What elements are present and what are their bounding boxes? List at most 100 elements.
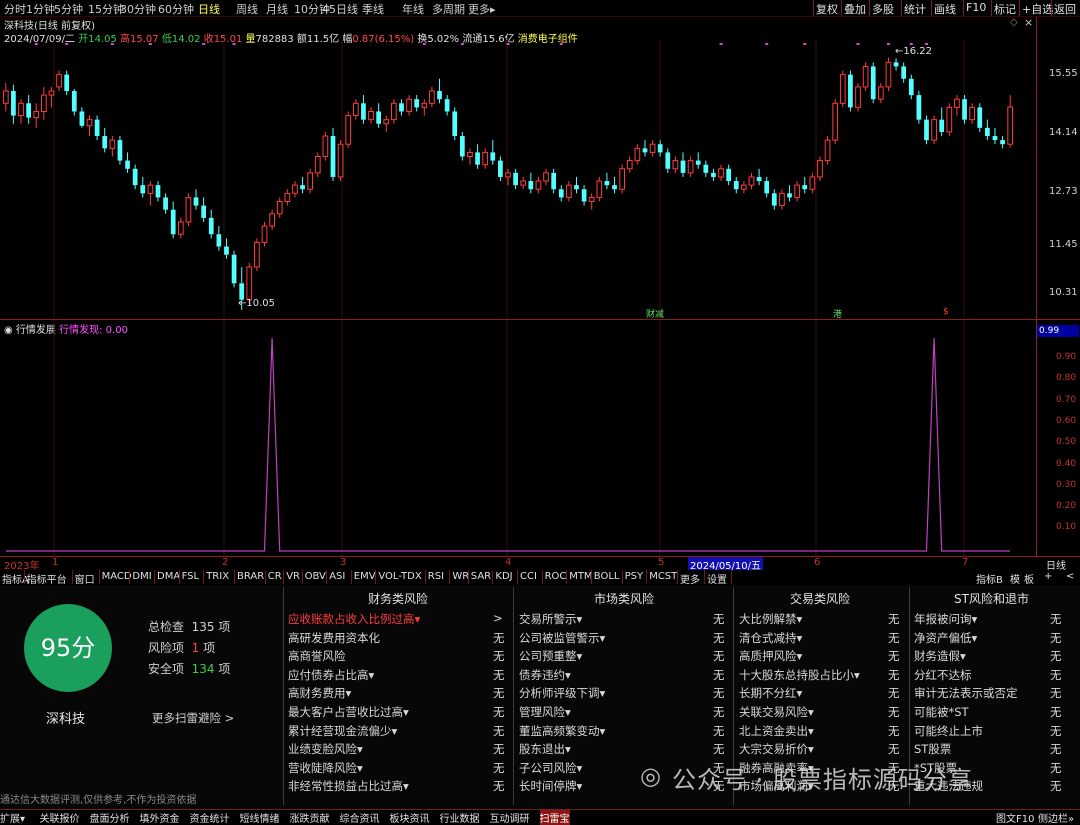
bottom-tab[interactable]: 扫雷宝 (539, 810, 570, 825)
risk-item[interactable]: 应收账款占收入比例过高▾ (288, 611, 420, 627)
risk-item[interactable]: 大比例解禁▾ (739, 611, 802, 627)
risk-item[interactable]: 大宗交易折价▾ (739, 741, 814, 757)
risk-item[interactable]: 管理风险▾ (519, 704, 571, 720)
period-tab[interactable]: 30分钟 (120, 1, 156, 17)
bottom-tab[interactable]: 行业数据 (440, 810, 480, 825)
risk-item[interactable]: 公司被监管警示▾ (519, 630, 605, 646)
event-marker-dollar[interactable]: $ (943, 307, 949, 317)
toolbar-button[interactable]: +自选 (1022, 1, 1053, 17)
indicator-tab[interactable]: 设置 (707, 571, 727, 586)
indicator-tab[interactable]: MCST (649, 571, 677, 582)
risk-item[interactable]: 高质押风险▾ (739, 648, 802, 664)
risk-item[interactable]: 公司预重整▾ (519, 648, 582, 664)
risk-item[interactable]: 审计无法表示或否定 (914, 685, 1018, 701)
toolbar-button[interactable]: 返回 (1054, 1, 1076, 17)
indicator-chart[interactable] (0, 320, 1036, 556)
risk-item[interactable]: 关联交易风险▾ (739, 704, 814, 720)
bottom-right-button[interactable]: 图文F10 (996, 810, 1034, 825)
risk-item[interactable]: 财务造假▾ (914, 648, 966, 664)
indicator-tab[interactable]: 指标平台 (27, 571, 67, 586)
indicator-tab[interactable]: VR (286, 571, 300, 582)
indicator-tab[interactable]: TRIX (206, 571, 229, 582)
indicator-tab[interactable]: DMI (132, 571, 151, 582)
risk-item[interactable]: 长期不分红▾ (739, 685, 802, 701)
risk-item[interactable]: 债券违约▾ (519, 667, 571, 683)
risk-item[interactable]: 十大股东总持股占比小▾ (739, 667, 860, 683)
toolbar-button[interactable]: 叠加 (844, 1, 866, 17)
risk-item[interactable]: 净资产偏低▾ (914, 630, 977, 646)
bottom-tab[interactable]: 填外资金 (140, 810, 180, 825)
indicator-tab[interactable]: DMA (157, 571, 180, 582)
tab-control[interactable]: 指标B (976, 571, 1003, 586)
risk-item[interactable]: 子公司风险▾ (519, 760, 582, 776)
risk-item[interactable]: 营收陡降风险▾ (288, 760, 363, 776)
period-tab[interactable]: 年线 (402, 1, 424, 17)
bottom-tab[interactable]: 关联报价 (40, 810, 80, 825)
close-icon[interactable]: × (1024, 16, 1033, 29)
indicator-tab[interactable]: BRAR (237, 571, 264, 582)
bottom-tab[interactable]: 短线情绪 (240, 810, 280, 825)
risk-item[interactable]: 董监高频繁变动▾ (519, 723, 605, 739)
indicator-tab[interactable]: VOL-TDX (378, 571, 421, 582)
indicator-tab[interactable]: SAR (471, 571, 491, 582)
risk-item[interactable]: 高财务费用▾ (288, 685, 351, 701)
bottom-tab[interactable]: 盘面分析 (90, 810, 130, 825)
toolbar-button[interactable]: 标记 (994, 1, 1016, 17)
indicator-tab[interactable]: 窗口 (75, 571, 95, 586)
risk-item[interactable]: 可能终止上市 (914, 723, 983, 739)
indicator-tab[interactable]: CR (268, 571, 282, 582)
indicator-tab[interactable]: FSL (182, 571, 200, 582)
risk-item[interactable]: 累计经营现金流偏少▾ (288, 723, 397, 739)
bottom-tab[interactable]: 扩展▾ (0, 810, 25, 825)
risk-item[interactable]: 股东退出▾ (519, 741, 571, 757)
risk-item[interactable]: 可能被*ST (914, 704, 969, 720)
more-scan-link[interactable]: 更多扫雷避险 > (152, 710, 234, 726)
toolbar-button[interactable]: 复权 (816, 1, 838, 17)
risk-item[interactable]: 最大客户占营收比过高▾ (288, 704, 409, 720)
indicator-tab[interactable]: ASI (329, 571, 345, 582)
tab-control[interactable]: 板 (1024, 571, 1034, 586)
indicator-tab[interactable]: 更多 (680, 571, 700, 586)
period-tab[interactable]: 月线 (266, 1, 288, 17)
toolbar-button[interactable]: F10 (966, 1, 986, 14)
bottom-right-button[interactable]: 侧边栏» (1038, 810, 1074, 825)
risk-item[interactable]: ST股票 (914, 741, 951, 757)
risk-item[interactable]: 清仓式减持▾ (739, 630, 802, 646)
risk-item[interactable]: 业绩变脸风险▾ (288, 741, 363, 757)
indicator-tab[interactable]: PSY (625, 571, 644, 582)
period-tab[interactable]: 5分钟 (54, 1, 83, 17)
toolbar-button[interactable]: 画线 (934, 1, 956, 17)
period-tab[interactable]: 周线 (236, 1, 258, 17)
period-tab[interactable]: 更多▸ (468, 1, 496, 17)
risk-item[interactable]: 非经常性损益占比过高▾ (288, 778, 409, 794)
bottom-tab[interactable]: 涨跌贡献 (290, 810, 330, 825)
indicator-tab[interactable]: CCI (520, 571, 537, 582)
risk-item[interactable]: 交易所警示▾ (519, 611, 582, 627)
bottom-tab[interactable]: 互动调研 (490, 810, 530, 825)
tab-control[interactable]: < (1066, 571, 1074, 582)
period-tab[interactable]: 季线 (362, 1, 384, 17)
risk-item[interactable]: 长时间停牌▾ (519, 778, 582, 794)
bottom-tab[interactable]: 板块资讯 (390, 810, 430, 825)
tab-control[interactable]: + (1044, 571, 1052, 582)
indicator-tab[interactable]: 指标A (2, 571, 29, 586)
period-tab[interactable]: 45日线 (322, 1, 358, 17)
candlestick-chart[interactable] (0, 40, 1036, 318)
indicator-tab[interactable]: EMV (354, 571, 376, 582)
period-tab[interactable]: 分时 (4, 1, 26, 17)
event-marker-hk[interactable]: 港 (833, 307, 842, 320)
tab-control[interactable]: 模 (1010, 571, 1020, 586)
risk-item[interactable]: 分析师评级下调▾ (519, 685, 605, 701)
risk-item[interactable]: 年报被问询▾ (914, 611, 977, 627)
bottom-tab[interactable]: 综合资讯 (340, 810, 380, 825)
period-tab[interactable]: 日线 (198, 1, 220, 17)
risk-item[interactable]: 北上资金卖出▾ (739, 723, 814, 739)
risk-item[interactable]: 应付债券占比高▾ (288, 667, 374, 683)
indicator-tab[interactable]: BOLL (594, 571, 620, 582)
indicator-tab[interactable]: WR (452, 571, 469, 582)
period-tab[interactable]: 1分钟 (26, 1, 55, 17)
period-tab[interactable]: 多周期 (432, 1, 465, 17)
period-tab[interactable]: 15分钟 (88, 1, 124, 17)
bottom-tab[interactable]: 资金统计 (190, 810, 230, 825)
risk-item[interactable]: 分红不达标 (914, 667, 972, 683)
